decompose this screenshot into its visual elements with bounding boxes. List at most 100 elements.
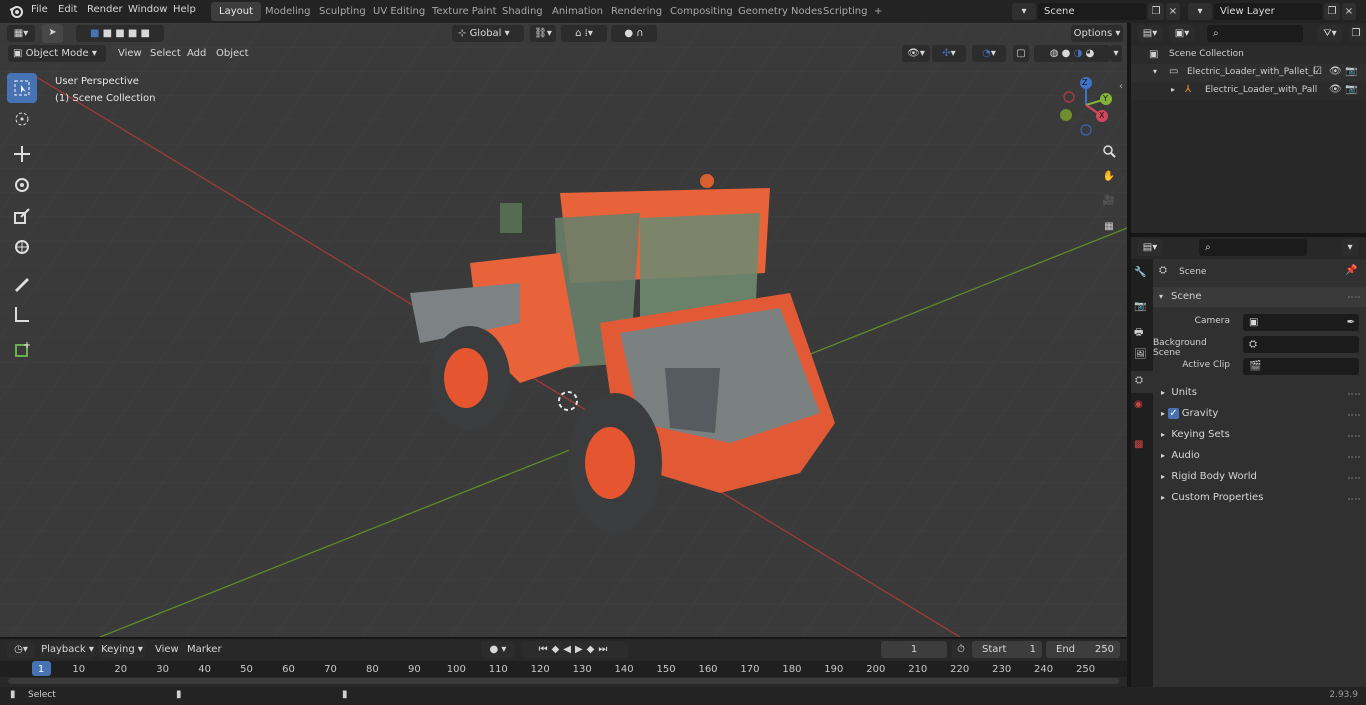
menu-file[interactable]: File	[31, 4, 48, 15]
camera-icon[interactable]: 📷	[1345, 66, 1357, 77]
camera-icon[interactable]: 📷	[1345, 84, 1357, 95]
annotate-tool-icon[interactable]	[7, 268, 37, 298]
filter-icon[interactable]: ⛛▾	[1317, 25, 1343, 42]
snapping-icon[interactable]: ⌂ ⁞▾	[561, 25, 607, 42]
stopwatch-icon[interactable]: ⏱	[952, 641, 970, 658]
background-scene-field[interactable]: ⛭	[1243, 336, 1359, 353]
panel-expand-icon[interactable]: ▾	[1159, 292, 1163, 301]
panel-rigid-body-world[interactable]: ▸ Rigid Body World	[1161, 468, 1257, 486]
panel-custom-properties[interactable]: ▸ Custom Properties	[1161, 489, 1263, 507]
visibility-icon[interactable]: 👁▾	[902, 45, 930, 62]
drag-handle-icon[interactable]	[1348, 414, 1360, 420]
scene-tab-icon[interactable]: ⛭	[1131, 371, 1153, 393]
tab-rendering[interactable]: Rendering	[603, 2, 670, 21]
rotate-tool-icon[interactable]	[7, 170, 37, 200]
expand-arrow-icon[interactable]: ▾	[1153, 67, 1157, 76]
outliner-search-input[interactable]: ⌕	[1207, 25, 1303, 42]
add-workspace-button[interactable]: +	[866, 2, 890, 21]
tab-texture-paint[interactable]: Texture Paint	[424, 2, 505, 21]
3d-viewport[interactable]: ▦▾ ➤ ■ ■ ■ ■ ■ ⊹ Global ▾ ⛓▾ ⌂ ⁞▾ ● ∩ Op…	[0, 23, 1127, 637]
expand-arrow-icon[interactable]: ▸	[1171, 85, 1175, 94]
options-button[interactable]: Options ▾	[1071, 25, 1123, 42]
perspective-toggle-icon[interactable]: ▦	[1099, 216, 1119, 236]
cursor-tool-icon[interactable]	[7, 104, 37, 134]
select-mode-buttons[interactable]: ■ ■ ■ ■ ■	[76, 25, 164, 42]
auto-keying-icon[interactable]: ● ▾	[481, 641, 515, 658]
tab-compositing[interactable]: Compositing	[662, 2, 741, 21]
menu-help[interactable]: Help	[173, 4, 196, 15]
drag-handle-icon[interactable]	[1348, 498, 1360, 504]
output-tab-icon[interactable]: 🖶	[1134, 325, 1143, 342]
menu-render[interactable]: Render	[87, 4, 123, 15]
scene-selector-icon[interactable]: ▾	[1012, 3, 1036, 20]
tab-modeling[interactable]: Modeling	[257, 2, 319, 21]
menu-add[interactable]: Add	[187, 48, 206, 59]
timeline-scrollbar[interactable]	[8, 678, 1119, 684]
current-frame-field[interactable]: 1	[881, 641, 947, 658]
camera-field[interactable]: ▣ ✒	[1243, 314, 1359, 331]
keying-menu[interactable]: Keying ▾	[98, 641, 146, 658]
view-layer-tab-icon[interactable]: 🖼	[1134, 349, 1147, 360]
menu-object[interactable]: Object	[216, 48, 249, 59]
panel-gravity[interactable]: ▸ ✓ Gravity	[1161, 405, 1218, 423]
tool-tab-icon[interactable]: 🔧	[1134, 267, 1146, 278]
drag-handle-icon[interactable]	[1348, 393, 1360, 399]
panel-units[interactable]: ▸ Units	[1161, 384, 1197, 402]
camera-view-icon[interactable]: 🎥	[1099, 190, 1119, 210]
panel-audio[interactable]: ▸ Audio	[1161, 447, 1200, 465]
drag-handle-icon[interactable]	[1348, 477, 1360, 483]
sidebar-expand-icon[interactable]: ‹	[1119, 81, 1123, 92]
select-tool-icon[interactable]: ➤	[42, 24, 63, 43]
add-cube-tool-icon[interactable]	[7, 334, 37, 364]
delete-view-layer-icon[interactable]: ×	[1342, 3, 1356, 20]
outliner-item-label[interactable]: Electric_Loader_with_Pall	[1205, 85, 1319, 95]
world-tab-icon[interactable]: ◉	[1134, 399, 1143, 410]
overlays-toggle-icon[interactable]: ◔▾	[972, 45, 1006, 62]
start-frame-field[interactable]: Start 1	[972, 641, 1042, 658]
scene-name-field[interactable]: Scene	[1038, 3, 1146, 20]
delete-scene-icon[interactable]: ×	[1166, 3, 1180, 20]
new-collection-icon[interactable]: ❐	[1349, 25, 1363, 42]
editor-type-icon[interactable]: ▦▾	[7, 25, 35, 42]
xray-toggle-icon[interactable]: ▢	[1013, 45, 1029, 62]
transform-tool-icon[interactable]	[7, 232, 37, 262]
properties-search-input[interactable]: ⌕	[1199, 239, 1307, 256]
gizmo-toggle-icon[interactable]: ✣▾	[932, 45, 966, 62]
zoom-icon[interactable]	[1099, 141, 1119, 161]
eye-icon[interactable]: 👁	[1329, 66, 1342, 77]
object-mode-select[interactable]: ▣ Object Mode ▾	[8, 45, 106, 62]
playback-controls[interactable]: ⏮◆◀▶◆⏭	[522, 641, 628, 658]
new-scene-icon[interactable]: ❐	[1148, 3, 1164, 20]
drag-handle-icon[interactable]	[1348, 456, 1360, 462]
shading-options-icon[interactable]: ▾	[1110, 45, 1122, 62]
timeline-editor-type-icon[interactable]: ◷▾	[7, 641, 35, 658]
pivot-point-icon[interactable]: ⛓▾	[530, 25, 556, 42]
proportional-editing-icon[interactable]: ● ∩	[611, 25, 657, 42]
exclude-checkbox[interactable]: ☑	[1313, 66, 1322, 77]
new-view-layer-icon[interactable]: ❐	[1324, 3, 1340, 20]
menu-edit[interactable]: Edit	[58, 4, 77, 15]
tab-uv-editing[interactable]: UV Editing	[365, 2, 433, 21]
select-box-tool-icon[interactable]	[7, 73, 37, 103]
menu-view[interactable]: View	[118, 48, 142, 59]
gravity-checkbox[interactable]: ✓	[1168, 408, 1179, 419]
menu-window[interactable]: Window	[128, 4, 167, 15]
end-frame-field[interactable]: End 250	[1046, 641, 1120, 658]
drag-handle-icon[interactable]	[1348, 435, 1360, 441]
render-tab-icon[interactable]: 📷	[1134, 301, 1146, 312]
blender-logo-icon[interactable]	[9, 4, 23, 18]
pan-hand-icon[interactable]: ✋	[1099, 166, 1119, 186]
properties-options-icon[interactable]: ▾	[1341, 239, 1359, 256]
marker-menu[interactable]: Marker	[187, 644, 222, 655]
navigation-gizmo[interactable]	[1056, 75, 1120, 139]
pin-icon[interactable]: 📌	[1345, 265, 1357, 276]
outliner-editor-type-icon[interactable]: ▤▾	[1137, 25, 1163, 42]
menu-select[interactable]: Select	[150, 48, 181, 59]
texture-tab-icon[interactable]: ▩	[1134, 439, 1143, 450]
playback-menu[interactable]: Playback ▾	[40, 641, 95, 658]
display-mode-icon[interactable]: ▣▾	[1169, 25, 1195, 42]
eye-icon[interactable]: 👁	[1329, 84, 1342, 95]
move-tool-icon[interactable]	[7, 139, 37, 169]
tab-animation[interactable]: Animation	[544, 2, 611, 21]
view-layer-field[interactable]: View Layer	[1214, 3, 1322, 20]
